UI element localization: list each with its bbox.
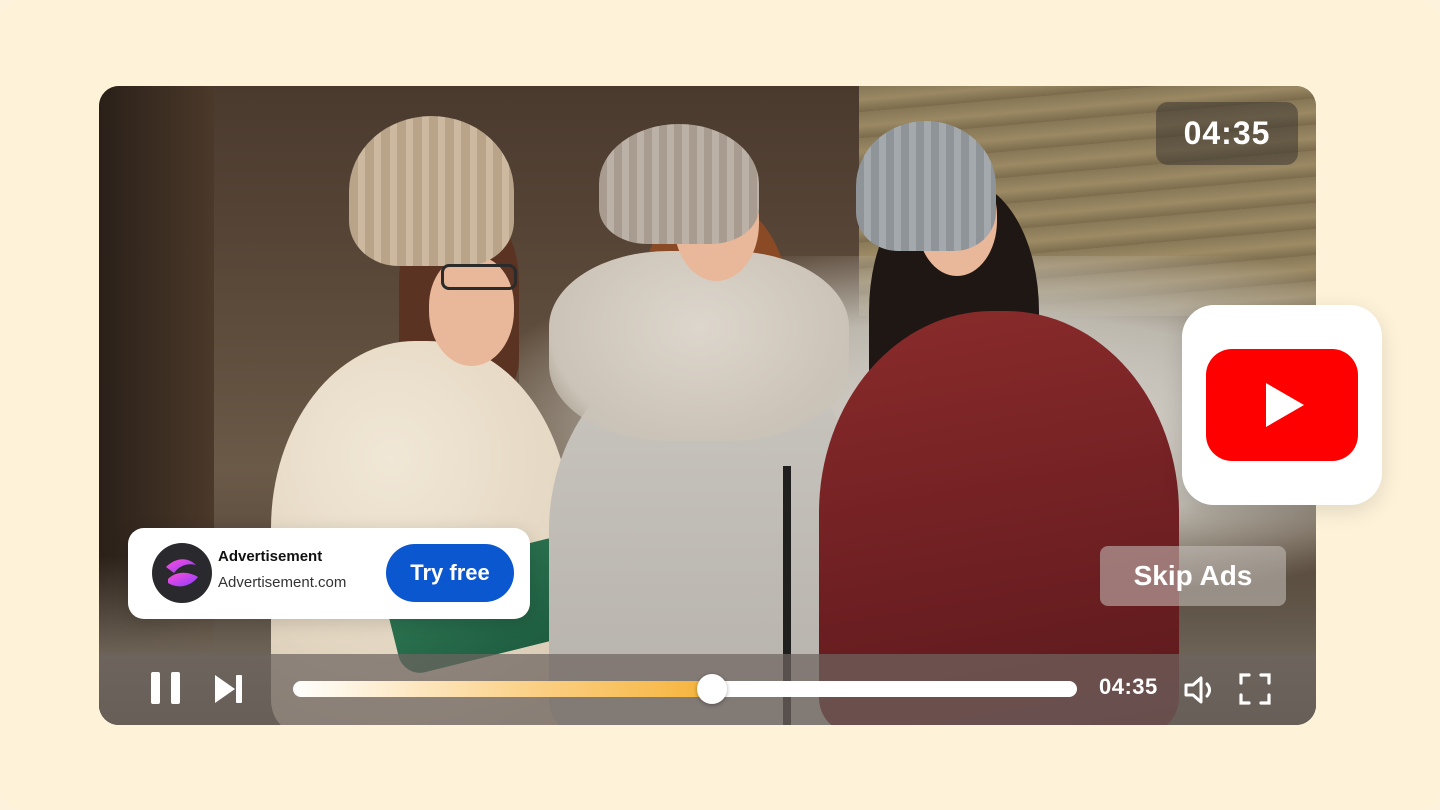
player-controls-bar: 04:35	[99, 654, 1316, 725]
volume-icon[interactable]	[1182, 672, 1218, 708]
page-background: 04:35 Skip Ads 04:35 Advertisement Adver…	[0, 0, 1440, 810]
ad-title: Advertisement	[218, 548, 323, 565]
current-time: 04:35	[1099, 674, 1158, 699]
progress-fill	[293, 681, 713, 697]
video-player[interactable]: 04:35 Skip Ads 04:35	[99, 86, 1316, 725]
progress-scrubber-handle[interactable]	[697, 674, 728, 704]
skip-next-icon[interactable]	[213, 672, 245, 706]
progress-bar[interactable]	[293, 674, 1077, 704]
pause-icon[interactable]	[149, 672, 183, 706]
skip-ads-button[interactable]: Skip Ads	[1100, 546, 1286, 606]
duration-badge: 04:35	[1156, 102, 1298, 165]
advertisement-card: Advertisement Advertisement.com Try free	[128, 528, 530, 619]
ad-url[interactable]: Advertisement.com	[218, 574, 346, 591]
ad-brand-logo	[152, 543, 212, 603]
fullscreen-icon[interactable]	[1238, 672, 1272, 706]
try-free-button[interactable]: Try free	[386, 544, 514, 602]
youtube-logo	[1206, 349, 1358, 461]
youtube-badge-card	[1182, 305, 1382, 505]
